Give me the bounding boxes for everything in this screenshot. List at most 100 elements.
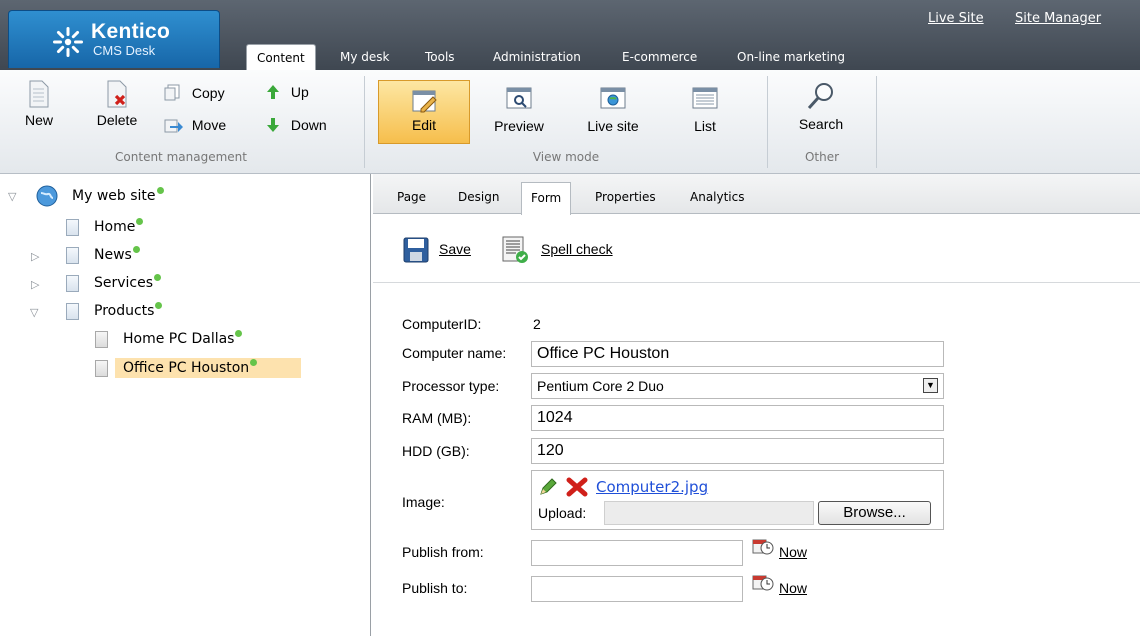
tab-analytics[interactable]: Analytics [690, 190, 745, 204]
image-file-link[interactable]: Computer2.jpg [596, 478, 708, 496]
live-site-button[interactable]: Live site [580, 86, 646, 134]
page-icon [95, 360, 108, 377]
tab-my-desk[interactable]: My desk [340, 44, 389, 70]
tab-page[interactable]: Page [397, 190, 426, 204]
tree-item-home[interactable]: Home [94, 217, 144, 237]
site-manager-link[interactable]: Site Manager [1015, 11, 1101, 26]
tab-tools[interactable]: Tools [425, 44, 455, 70]
group-label-other: Other [804, 150, 840, 164]
upload-file-input[interactable] [604, 501, 814, 525]
ram-label: RAM (MB): [402, 410, 472, 426]
spell-check-link[interactable]: Spell check [541, 241, 613, 257]
tab-design[interactable]: Design [458, 190, 499, 204]
live-site-icon [600, 87, 626, 109]
page-icon [66, 275, 79, 292]
kentico-logo-icon [53, 27, 83, 57]
publish-from-now-link[interactable]: Now [779, 544, 807, 560]
preview-label: Preview [494, 118, 544, 134]
processor-type-label: Processor type: [402, 378, 500, 394]
group-label-view-mode: View mode [532, 150, 600, 164]
up-label: Up [290, 84, 309, 100]
product-name: CMS Desk [93, 43, 156, 58]
tree-item-office-pc-houston[interactable]: Office PC Houston [115, 358, 301, 378]
new-label: New [24, 112, 53, 128]
computer-id-value: 2 [533, 316, 541, 332]
delete-x-icon[interactable] [566, 477, 588, 497]
tree-item-label: News [94, 247, 132, 263]
copy-button[interactable]: Copy [164, 84, 225, 101]
form-action-bar: Save Spell check [373, 215, 1140, 283]
edit-button[interactable]: Edit [378, 80, 470, 144]
calendar-icon[interactable] [752, 537, 774, 557]
tree-item-home-pc-dallas[interactable]: Home PC Dallas [123, 329, 243, 349]
tab-form[interactable]: Form [521, 182, 572, 215]
kentico-logo[interactable]: Kentico CMS Desk [8, 10, 220, 68]
down-button[interactable]: Down [266, 117, 327, 133]
tree-item-products[interactable]: Products [94, 301, 163, 321]
tab-content[interactable]: Content [246, 44, 316, 70]
status-dot [155, 302, 163, 309]
publish-to-label: Publish to: [402, 580, 468, 596]
edit-pencil-icon[interactable] [538, 477, 558, 497]
collapsed-arrow-icon[interactable]: ▷ [31, 278, 39, 291]
expanded-arrow-icon[interactable]: ▽ [8, 190, 16, 203]
hdd-label: HDD (GB): [402, 443, 470, 459]
tree-item-my-web-site[interactable]: My web site [72, 186, 164, 206]
search-button[interactable]: Search [788, 80, 854, 132]
computer-name-input[interactable]: Office PC Houston [531, 341, 944, 367]
page-icon [66, 303, 79, 320]
brand-name: Kentico [91, 20, 171, 43]
preview-button[interactable]: Preview [486, 86, 552, 134]
status-dot [156, 187, 164, 194]
save-link[interactable]: Save [439, 241, 471, 257]
upload-label: Upload: [538, 505, 587, 521]
status-dot [154, 274, 162, 281]
delete-document-icon [107, 80, 127, 108]
tab-properties[interactable]: Properties [595, 190, 656, 204]
copy-icon [164, 84, 180, 101]
up-button[interactable]: Up [266, 84, 309, 100]
tree-item-services[interactable]: Services [94, 273, 162, 293]
chevron-down-icon[interactable]: ▼ [923, 378, 938, 393]
hdd-input[interactable]: 120 [531, 438, 944, 464]
publish-from-input[interactable] [531, 540, 743, 566]
tab-online-marketing[interactable]: On-line marketing [737, 44, 845, 70]
ram-input[interactable]: 1024 [531, 405, 944, 431]
new-button[interactable]: New [20, 80, 58, 128]
move-button[interactable]: Move [164, 117, 226, 133]
search-label: Search [798, 116, 844, 132]
delete-label: Delete [96, 112, 138, 128]
delete-button[interactable]: Delete [92, 80, 142, 128]
status-dot [250, 359, 258, 366]
ribbon-separator [364, 76, 365, 168]
tree-item-label: Office PC Houston [123, 360, 250, 376]
collapsed-arrow-icon[interactable]: ▷ [31, 250, 39, 263]
expanded-arrow-icon[interactable]: ▽ [30, 306, 38, 319]
browse-button[interactable]: Browse... [818, 501, 931, 525]
page-icon [66, 219, 79, 236]
tab-administration[interactable]: Administration [493, 44, 581, 70]
image-label: Image: [402, 494, 445, 510]
status-dot [136, 218, 144, 225]
list-button[interactable]: List [680, 86, 730, 134]
edit-label: Edit [411, 117, 437, 133]
tree-item-label: My web site [72, 188, 156, 204]
processor-type-select[interactable]: Pentium Core 2 Duo ▼ [531, 373, 944, 399]
publish-to-input[interactable] [531, 576, 743, 602]
preview-icon [506, 87, 532, 109]
move-icon [164, 119, 183, 133]
publish-to-now-link[interactable]: Now [779, 580, 807, 596]
page-icon [95, 331, 108, 348]
tree-item-news[interactable]: News [94, 245, 140, 265]
computer-id-label: ComputerID: [402, 316, 482, 332]
tree-item-label: Services [94, 275, 154, 291]
page-icon [66, 247, 79, 264]
group-label-content-management: Content management [115, 150, 247, 164]
tab-e-commerce[interactable]: E-commerce [622, 44, 697, 70]
copy-label: Copy [191, 85, 225, 101]
status-dot [235, 330, 243, 337]
move-label: Move [191, 117, 227, 133]
tree-item-label: Home [94, 219, 136, 235]
live-site-link[interactable]: Live Site [928, 11, 984, 26]
calendar-icon[interactable] [752, 573, 774, 593]
